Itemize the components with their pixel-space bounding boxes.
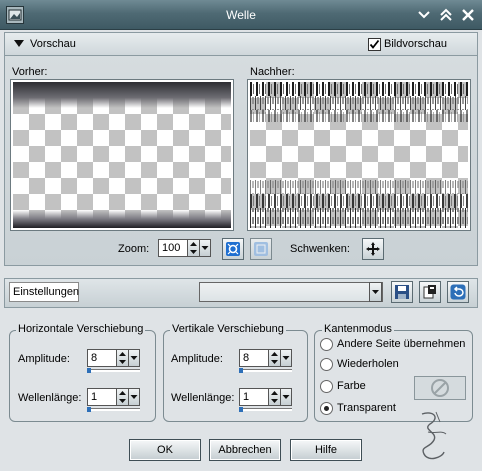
collapse-triangle-icon[interactable]	[14, 40, 24, 48]
edge-option-label-0: Andere Seite übernehmen	[337, 338, 466, 350]
settings-label: Einstellungen	[13, 286, 80, 298]
before-bottom-shade	[13, 210, 231, 228]
manage-presets-button[interactable]	[419, 281, 441, 303]
before-top-shade	[13, 82, 231, 108]
horizontal-wavelength-dropdown[interactable]	[128, 388, 140, 406]
after-preview[interactable]	[247, 79, 471, 231]
before-label: Vorher:	[12, 66, 48, 78]
pan-button[interactable]	[362, 238, 384, 260]
reset-button[interactable]	[447, 281, 469, 303]
vertical-amplitude-dropdown[interactable]	[280, 349, 292, 367]
vertical-wavelength-label: Wellenlänge:	[171, 392, 235, 404]
title-bar: Welle	[0, 0, 482, 30]
zoom-actual-button[interactable]	[250, 238, 272, 260]
bildvorschau-checkbox[interactable]	[368, 38, 381, 51]
horizontal-amplitude-label: Amplitude:	[18, 353, 70, 365]
vertical-shift-title: Vertikale Verschiebung	[170, 323, 286, 335]
horizontal-wavelength-label: Wellenlänge:	[18, 392, 82, 404]
vertical-wavelength-input[interactable]: 1	[239, 388, 269, 406]
minimize-button[interactable]	[416, 7, 432, 23]
save-icon	[395, 285, 409, 299]
horizontal-wavelength-input[interactable]: 1	[87, 388, 117, 406]
zoom-fit-button[interactable]	[222, 238, 244, 260]
wave-effect-overlay	[250, 82, 468, 228]
zoom-fit-icon	[226, 242, 240, 256]
zoom-dropdown[interactable]	[199, 239, 211, 257]
close-button[interactable]	[460, 7, 476, 23]
edge-option-radio-2[interactable]	[320, 380, 333, 393]
vertical-amplitude-label: Amplitude:	[171, 353, 223, 365]
horizontal-amplitude-slider[interactable]	[87, 368, 140, 373]
actual-size-icon	[254, 242, 268, 256]
vertical-wavelength-slider[interactable]	[239, 407, 292, 412]
edge-option-label-1: Wiederholen	[337, 358, 399, 370]
reset-icon	[450, 284, 466, 300]
maximize-button[interactable]	[438, 7, 454, 23]
save-preset-button[interactable]	[391, 281, 413, 303]
horizontal-amplitude-input[interactable]: 8	[87, 349, 117, 367]
edge-option-radio-0[interactable]	[320, 338, 333, 351]
window-title: Welle	[226, 8, 256, 22]
vertical-amplitude-slider[interactable]	[239, 368, 292, 373]
move-arrows-icon	[366, 242, 380, 256]
preview-section-label: Vorschau	[30, 38, 76, 50]
vertical-amplitude-input[interactable]: 8	[239, 349, 269, 367]
checkmark-icon	[369, 39, 380, 49]
horizontal-wavelength-slider[interactable]	[87, 407, 140, 412]
edge-option-radio-1[interactable]	[320, 358, 333, 371]
after-label: Nachher:	[250, 66, 295, 78]
chevron-down-icon	[372, 290, 379, 294]
horizontal-shift-title: Horizontale Verschiebung	[16, 323, 146, 335]
signature-watermark	[421, 411, 447, 460]
bildvorschau-label: Bildvorschau	[384, 38, 447, 50]
presets-icon	[423, 285, 436, 299]
edge-mode-title: Kantenmodus	[322, 323, 394, 335]
pan-label: Schwenken:	[290, 243, 350, 255]
edge-option-label-3: Transparent	[337, 402, 396, 414]
before-preview[interactable]	[10, 79, 234, 231]
vertical-wavelength-dropdown[interactable]	[280, 388, 292, 406]
no-color-icon	[431, 379, 449, 397]
settings-label-box: Einstellungen	[9, 282, 79, 302]
horizontal-amplitude-dropdown[interactable]	[128, 349, 140, 367]
preset-dropdown-button[interactable]	[369, 282, 382, 302]
zoom-label: Zoom:	[118, 243, 150, 255]
ok-button[interactable]: OK	[129, 439, 201, 461]
help-button[interactable]: Hilfe	[290, 439, 362, 461]
zoom-input[interactable]: 100	[158, 239, 188, 257]
edge-option-label-2: Farbe	[337, 380, 366, 392]
cancel-button[interactable]: Abbrechen	[209, 439, 281, 461]
preset-combobox[interactable]	[199, 282, 383, 302]
edge-option-radio-3[interactable]	[320, 402, 333, 415]
edge-color-swatch[interactable]	[414, 376, 466, 400]
